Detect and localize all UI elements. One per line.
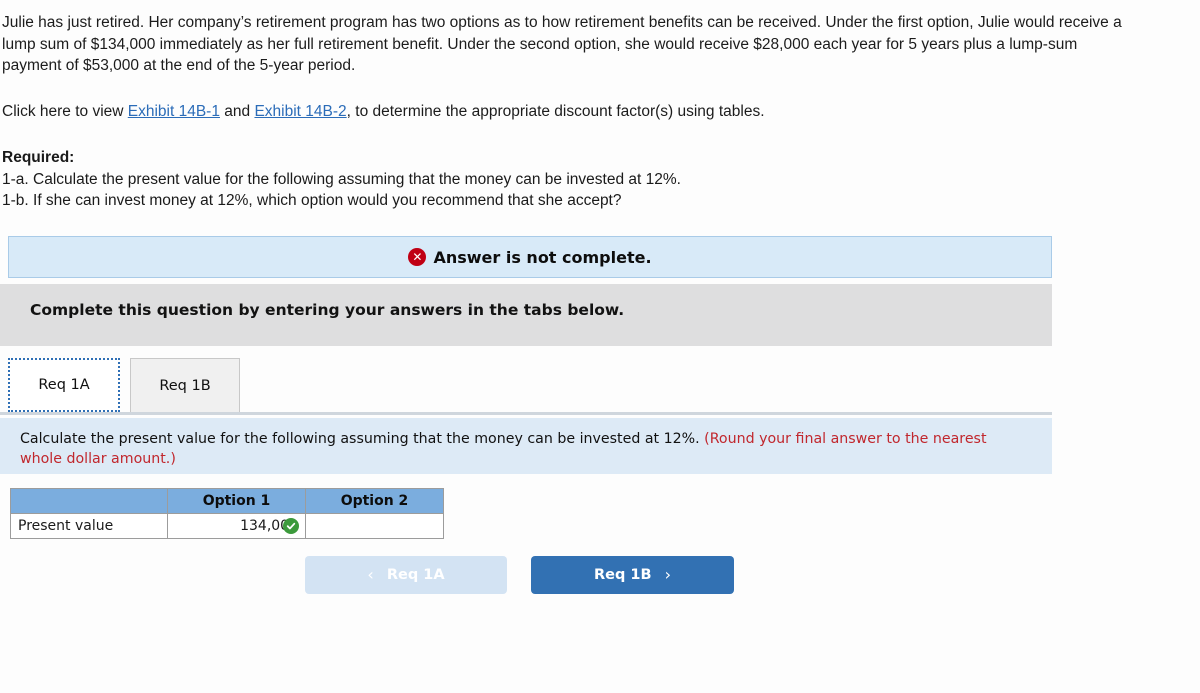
required-block: Required: 1-a. Calculate the present val… <box>2 147 1002 212</box>
alert-content: ✕ Answer is not complete. <box>408 247 652 267</box>
problem-page: Julie has just retired. Her company’s re… <box>0 0 1200 693</box>
chevron-left-icon: ‹ <box>367 565 374 584</box>
tabstrip-underline <box>0 412 1052 415</box>
required-heading: Required: <box>2 149 75 166</box>
exhibit-links-line: Click here to view Exhibit 14B-1 and Exh… <box>2 101 1002 123</box>
exhibit-14b-2-link[interactable]: Exhibit 14B-2 <box>254 103 346 120</box>
error-circle-x-icon: ✕ <box>408 248 427 266</box>
row-label-present-value: Present value <box>10 513 168 539</box>
requirement-instruction-panel: Calculate the present value for the foll… <box>0 418 1052 474</box>
answer-table: Option 1 Option 2 Present value 134,000 <box>10 488 444 539</box>
header-option-2: Option 2 <box>305 488 444 514</box>
click-here-middle: and <box>219 103 255 120</box>
answer-table-body: Present value 134,000 <box>10 513 444 539</box>
table-header-row: Option 1 Option 2 <box>10 488 444 514</box>
tab-req-1a[interactable]: Req 1A <box>8 358 120 412</box>
header-option-1: Option 1 <box>167 488 306 514</box>
answer-table-header: Option 1 Option 2 <box>10 488 444 514</box>
requirement-instruction-text: Calculate the present value for the foll… <box>20 429 1030 469</box>
complete-question-banner: Complete this question by entering your … <box>0 284 1052 346</box>
requirement-1a: 1-a. Calculate the present value for the… <box>2 170 681 188</box>
tab-req-1b-label: Req 1B <box>159 377 211 394</box>
option-2-value-cell[interactable] <box>305 513 444 539</box>
complete-question-text: Complete this question by entering your … <box>30 301 625 319</box>
option-1-value-cell[interactable]: 134,000 <box>167 513 306 539</box>
problem-statement: Julie has just retired. Her company’s re… <box>2 14 1122 74</box>
requirement-tabs: Req 1A Req 1B <box>0 358 1052 415</box>
click-here-prefix: Click here to view <box>2 103 128 120</box>
tab-req-1b[interactable]: Req 1B <box>130 358 240 412</box>
answer-status-banner: ✕ Answer is not complete. <box>8 236 1052 278</box>
correct-check-icon <box>283 518 299 534</box>
next-requirement-button[interactable]: Req 1B › <box>531 556 734 594</box>
requirement-1b: 1-b. If she can invest money at 12%, whi… <box>2 192 622 209</box>
tab-req-1a-label: Req 1A <box>38 377 90 393</box>
exhibit-14b-1-link[interactable]: Exhibit 14B-1 <box>128 103 220 120</box>
header-blank <box>10 488 168 514</box>
prev-requirement-button[interactable]: ‹ Req 1A <box>305 556 507 594</box>
instruction-main: Calculate the present value for the foll… <box>20 431 705 447</box>
click-here-suffix: , to determine the appropriate discount … <box>346 103 765 120</box>
chevron-right-icon: › <box>664 565 671 584</box>
next-requirement-label: Req 1B <box>594 567 652 583</box>
table-row: Present value 134,000 <box>10 513 444 539</box>
alert-message: Answer is not complete. <box>433 247 652 267</box>
prev-requirement-label: Req 1A <box>386 567 445 583</box>
